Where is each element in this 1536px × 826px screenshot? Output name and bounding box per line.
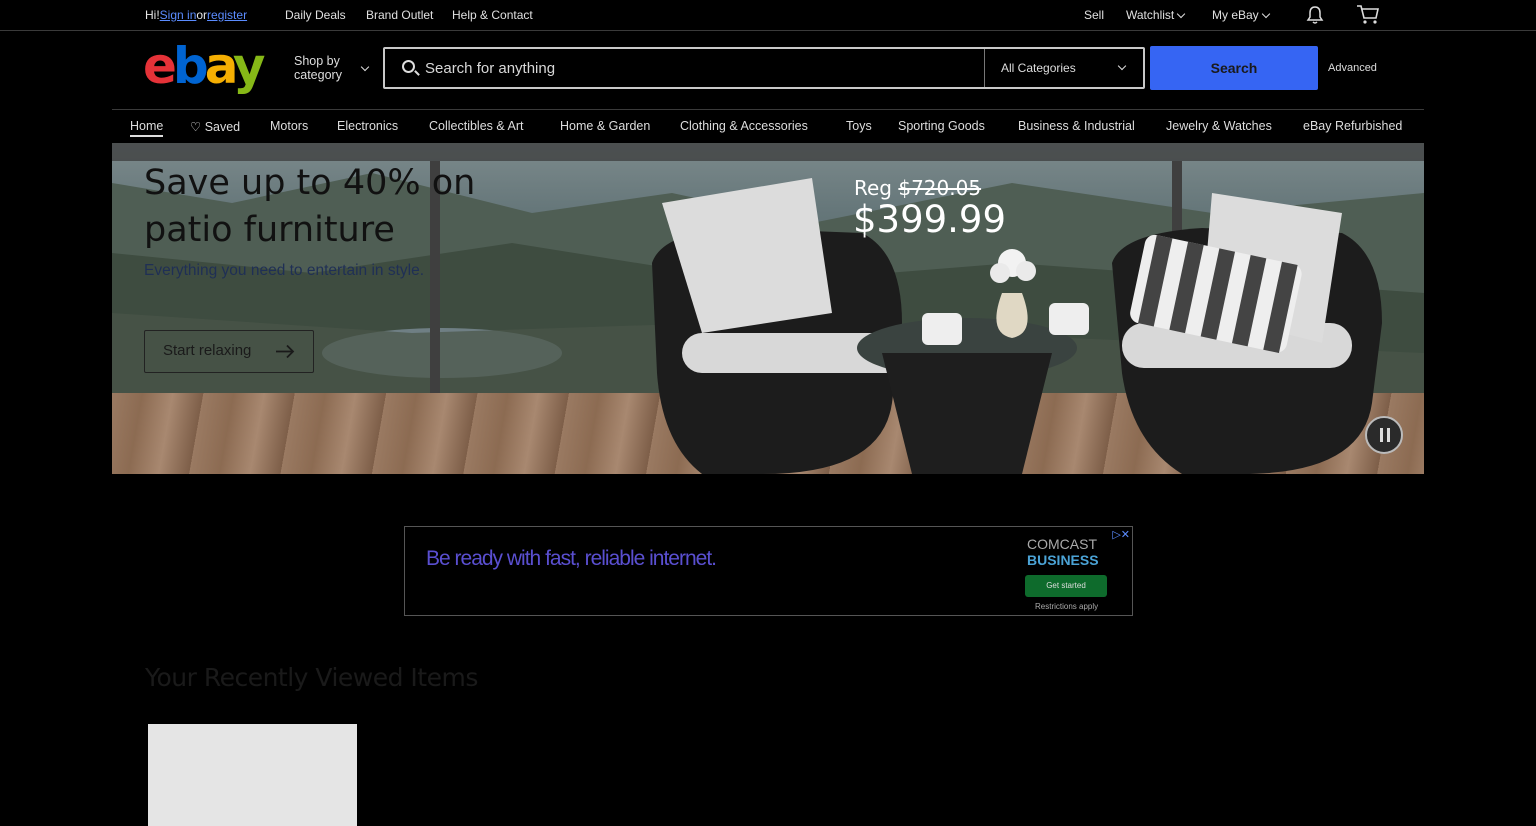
brand-outlet-link[interactable]: Brand Outlet [366, 8, 433, 22]
nav-item-business-industrial[interactable]: Business & Industrial [1018, 119, 1135, 133]
greeting-or: or [196, 8, 208, 22]
register-link[interactable]: register [207, 8, 247, 22]
nav-item-motors[interactable]: Motors [270, 119, 308, 133]
arrow-right-icon [276, 344, 295, 359]
shop-by-line1: Shop by [294, 54, 340, 68]
search-input[interactable] [425, 57, 975, 79]
watchlist-label: Watchlist [1126, 8, 1175, 22]
regular-price-value: $720.05 [898, 176, 982, 200]
search-button[interactable]: Search [1150, 46, 1318, 90]
pause-icon[interactable] [1365, 416, 1403, 454]
regular-price-label: Reg [854, 176, 899, 200]
nav-item-clothing[interactable]: Clothing & Accessories [680, 119, 808, 133]
my-ebay-label: My eBay [1212, 8, 1259, 22]
ebay-logo[interactable]: ebay [143, 37, 266, 95]
sale-price: $399.99 [853, 198, 1007, 241]
nav-item-home[interactable]: Home [130, 119, 164, 137]
shop-by-category-button[interactable]: Shop by category [294, 54, 370, 82]
nav-item-saved[interactable]: ♡ Saved [190, 119, 240, 134]
chevron-down-icon [1117, 61, 1127, 71]
top-utility-bar: Hi! Sign in or register Daily Deals Bran… [0, 0, 1536, 31]
cart-icon[interactable] [1356, 4, 1380, 26]
chevron-down-icon [360, 62, 370, 72]
nav-item-toys[interactable]: Toys [846, 119, 872, 133]
shop-by-line2: category [294, 68, 342, 82]
ad-cta-button[interactable]: Get started [1025, 575, 1107, 597]
watchlist-menu[interactable]: Watchlist [1126, 8, 1186, 22]
greeting-prefix: Hi! [145, 8, 160, 22]
greeting: Hi! Sign in or register [145, 8, 247, 22]
chevron-down-icon [1261, 9, 1270, 19]
ad-brand: COMCAST BUSINESS [1027, 536, 1099, 568]
ad-fine-print: Restrictions apply [1035, 602, 1099, 611]
ad-brand-line2: BUSINESS [1027, 552, 1099, 568]
sell-link[interactable]: Sell [1084, 8, 1104, 22]
search-bar: All Categories [383, 47, 1145, 89]
nav-item-collectibles-art[interactable]: Collectibles & Art [429, 119, 523, 133]
recently-viewed-item-card[interactable] [148, 724, 357, 826]
hero-banner[interactable]: Save up to 40% on patio furniture Everyt… [112, 143, 1424, 474]
logo-letter: y [232, 37, 266, 95]
heart-icon: ♡ [190, 120, 205, 134]
category-select[interactable]: All Categories [984, 49, 1143, 87]
hero-title: Save up to 40% on patio furniture [144, 163, 476, 250]
regular-price: Reg $720.05 [854, 176, 981, 200]
nav-item-jewelry-watches[interactable]: Jewelry & Watches [1166, 119, 1272, 133]
search-icon [402, 60, 415, 73]
ad-headline: Be ready with fast, reliable internet. [426, 547, 717, 570]
ad-close-icon[interactable]: ▷✕ [1102, 528, 1130, 542]
nav-item-sporting-goods[interactable]: Sporting Goods [898, 119, 985, 133]
bell-icon[interactable] [1305, 5, 1325, 25]
railing [112, 143, 1424, 161]
nav-item-home-garden[interactable]: Home & Garden [560, 119, 650, 133]
help-contact-link[interactable]: Help & Contact [452, 8, 533, 22]
recently-viewed-title: Your Recently Viewed Items [145, 663, 478, 692]
sign-in-link[interactable]: Sign in [160, 8, 197, 22]
nav-item-saved-label: Saved [204, 120, 241, 134]
logo-letter: e [143, 37, 177, 95]
advertisement[interactable]: Be ready with fast, reliable internet. C… [404, 526, 1133, 616]
patio-furniture-image [652, 178, 1382, 474]
chevron-down-icon [1176, 9, 1186, 19]
nav-item-ebay-refurbished[interactable]: eBay Refurbished [1303, 119, 1402, 133]
advanced-search-link[interactable]: Advanced [1328, 62, 1377, 74]
daily-deals-link[interactable]: Daily Deals [285, 8, 346, 22]
my-ebay-menu[interactable]: My eBay [1212, 8, 1270, 22]
start-relaxing-button[interactable]: Start relaxing [144, 330, 314, 373]
category-select-value: All Categories [1001, 61, 1076, 75]
start-relaxing-label: Start relaxing [163, 342, 252, 359]
hero-subtitle: Everything you need to entertain in styl… [144, 262, 425, 279]
ad-brand-line1: COMCAST [1027, 536, 1097, 552]
nav-item-electronics[interactable]: Electronics [337, 119, 398, 133]
category-nav: Home ♡ Saved Motors Electronics Collecti… [112, 109, 1424, 143]
logo-letter: a [204, 37, 237, 95]
logo-letter: b [172, 37, 209, 95]
